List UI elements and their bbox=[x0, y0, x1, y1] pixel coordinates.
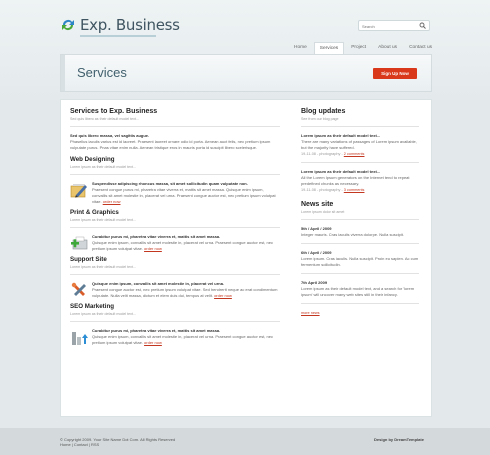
blog-post: Lorem ipsum as their default model text.… bbox=[301, 133, 419, 157]
footer: © Copyright 2009. Your Site Name Dot Com… bbox=[0, 428, 490, 455]
news-text: Integer mauris. Cras iaculis viverra dol… bbox=[301, 232, 404, 237]
order-now-link[interactable]: order now bbox=[103, 199, 121, 204]
add-print-icon bbox=[70, 234, 88, 252]
service-text: Praesent congue purus mi, pharetra vitae… bbox=[92, 187, 276, 204]
services-title: Services to Exp. Business bbox=[70, 108, 158, 115]
service-item: Curabitur purus mi, pharetra vitae viver… bbox=[70, 234, 280, 252]
search-input[interactable] bbox=[362, 22, 417, 30]
search-icon[interactable] bbox=[419, 22, 426, 30]
divider bbox=[301, 126, 419, 127]
intro-text: Phasellus iaculis varius est id laoreet.… bbox=[70, 139, 271, 150]
right-column: Blog updates See from our blog page Lore… bbox=[301, 108, 419, 316]
blog-subtitle: See from our blog page bbox=[301, 117, 339, 121]
service-title: Web Designing bbox=[70, 156, 115, 163]
service-subtitle: Lorem ipsum as their default model text.… bbox=[70, 165, 136, 169]
service-text: Praesent congue auctor est, nec pretium … bbox=[92, 287, 278, 298]
news-text: Lorem ipsum as their default model text,… bbox=[301, 286, 415, 297]
service-subtitle: Lorem ipsum as their default model text.… bbox=[70, 218, 136, 222]
logo-underline bbox=[80, 35, 156, 37]
main-nav: Home Services Project About us Contact u… bbox=[287, 42, 437, 54]
service-subtitle: Lorem ipsum as their default model text.… bbox=[70, 312, 136, 316]
order-now-link[interactable]: order now bbox=[144, 340, 162, 345]
news-item: 5th / April / 2009 Integer mauris. Cras … bbox=[301, 226, 419, 238]
service-title: Print & Graphics bbox=[70, 209, 119, 216]
divider bbox=[301, 162, 419, 163]
left-column: Services to Exp. Business Sed quis liber… bbox=[70, 108, 280, 350]
nav-contact-us[interactable]: Contact us bbox=[404, 42, 437, 54]
news-subtitle: Lorem ipsum dolor sit amet bbox=[301, 210, 345, 214]
blog-post-text: There are many variations of passages of… bbox=[301, 139, 417, 150]
service-subtitle: Lorem ipsum as their default model text.… bbox=[70, 265, 136, 269]
divider bbox=[301, 219, 419, 220]
blog-post-meta: 19-11-08 - photography - 2 comments bbox=[301, 152, 365, 156]
divider bbox=[301, 243, 419, 244]
divider bbox=[70, 321, 280, 322]
content-area: Services to Exp. Business Sed quis liber… bbox=[60, 99, 432, 417]
news-item: 7th April 2009 Lorem ipsum as their defa… bbox=[301, 280, 419, 298]
site-logo[interactable]: Exp. Business bbox=[60, 16, 180, 37]
news-text: Lorem ipsum. Cras iaculis. Nulla suscipi… bbox=[301, 256, 419, 267]
service-text: Quisque enim ipsum, convallis sit amet m… bbox=[92, 334, 273, 345]
comments-link[interactable]: 2 comments bbox=[344, 152, 365, 156]
divider bbox=[70, 274, 280, 275]
logo-text: Exp. Business bbox=[80, 16, 180, 34]
blog-post: Lorem ipsum as their default model text.… bbox=[301, 169, 419, 193]
service-title: Support Site bbox=[70, 256, 107, 263]
page-title: Services bbox=[77, 65, 127, 80]
order-now-link[interactable]: order now bbox=[144, 246, 162, 251]
service-item: Quisque enim ipsum, convallis sit amet m… bbox=[70, 281, 280, 299]
search-box bbox=[358, 20, 430, 31]
page-banner: Services Sign Up Now bbox=[60, 54, 432, 92]
logo-arrows-icon bbox=[60, 17, 76, 33]
seo-chart-icon bbox=[70, 328, 88, 346]
blog-title: Blog updates bbox=[301, 108, 346, 115]
comments-link[interactable]: 3 comments bbox=[344, 188, 365, 192]
services-subtitle: Sed quis libero as their default model t… bbox=[70, 117, 139, 121]
design-credit[interactable]: Design by DreamTemplate bbox=[374, 437, 424, 442]
nav-services[interactable]: Services bbox=[313, 42, 345, 54]
nav-about-us[interactable]: About us bbox=[373, 42, 402, 54]
pencil-book-icon bbox=[70, 181, 88, 199]
divider bbox=[70, 126, 280, 127]
news-title: News site bbox=[301, 201, 334, 208]
divider bbox=[70, 227, 280, 228]
service-title: SEO Marketing bbox=[70, 303, 115, 310]
service-item: Suspendisse adipiscing rhoncus massa, si… bbox=[70, 181, 280, 205]
blog-post-text: All the Lorem Ipsum generators on the In… bbox=[301, 175, 410, 186]
banner-strip bbox=[61, 55, 65, 91]
service-item: Curabitur purus mi, pharetra vitae viver… bbox=[70, 328, 280, 346]
footer-links[interactable]: Home | Contact | RSS bbox=[60, 442, 175, 447]
more-news-link[interactable]: more news bbox=[301, 310, 419, 316]
sign-up-button[interactable]: Sign Up Now bbox=[373, 68, 417, 79]
nav-home[interactable]: Home bbox=[289, 42, 312, 54]
service-text: Quisque enim ipsum, convallis sit amet m… bbox=[92, 240, 273, 251]
nav-project[interactable]: Project bbox=[346, 42, 371, 54]
divider bbox=[70, 174, 280, 175]
divider bbox=[301, 273, 419, 274]
footer-left: © Copyright 2009. Your Site Name Dot Com… bbox=[60, 437, 175, 447]
order-now-link[interactable]: order now bbox=[214, 293, 232, 298]
tools-icon bbox=[70, 281, 88, 299]
divider bbox=[301, 303, 419, 304]
blog-post-meta: 19-11-08 - photography - 3 comments bbox=[301, 188, 365, 192]
news-item: 6th / April / 2009 Lorem ipsum. Cras iac… bbox=[301, 250, 419, 268]
